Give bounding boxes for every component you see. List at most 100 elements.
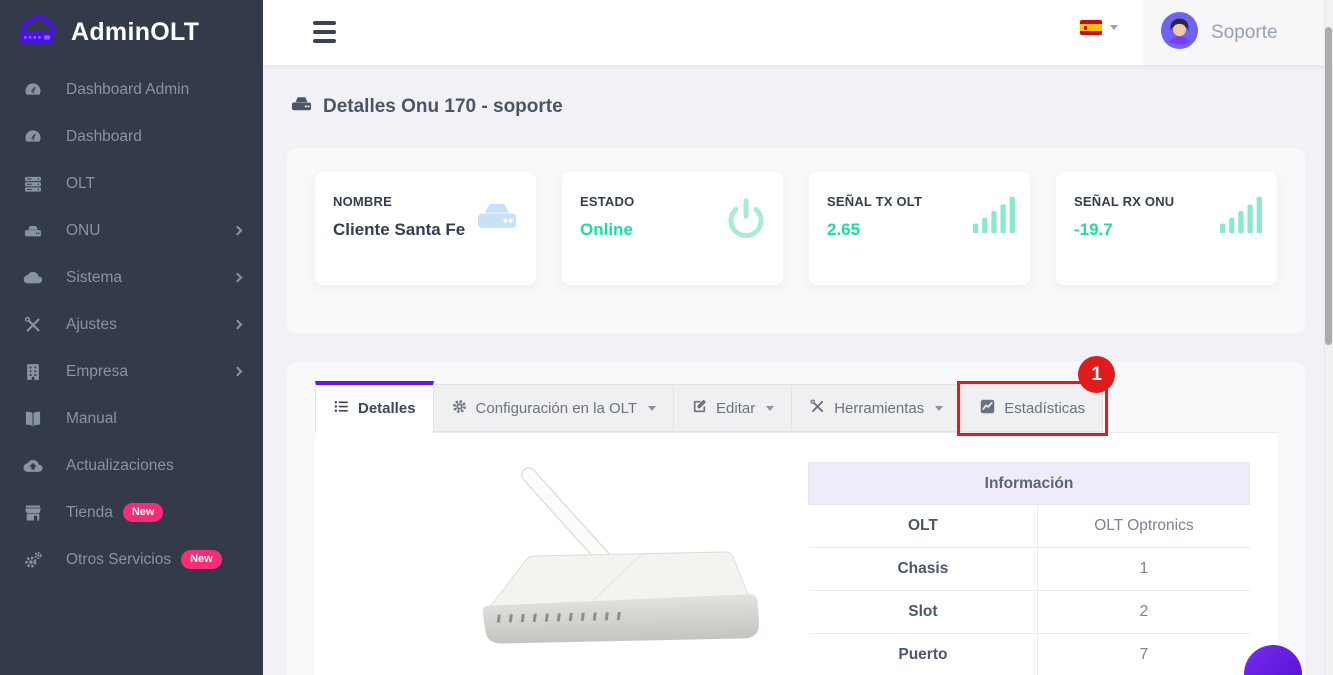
sidebar-item-onu[interactable]: ONU	[0, 207, 263, 254]
stat-card-senal-rx: SEÑAL RX ONU -19.7	[1056, 172, 1277, 285]
top-header: Soporte	[263, 0, 1333, 65]
sidebar-item-dashboard-admin[interactable]: Dashboard Admin	[0, 66, 263, 113]
user-menu[interactable]: Soporte	[1143, 0, 1333, 65]
sidebar-item-label: Sistema	[66, 269, 122, 287]
tab-label: Editar	[716, 400, 755, 417]
new-badge: New	[181, 550, 222, 569]
tools-icon	[809, 398, 826, 419]
sidebar-item-manual[interactable]: Manual	[0, 395, 263, 442]
chevron-right-icon	[233, 226, 243, 236]
annotation-step-badge: 1	[1078, 356, 1115, 393]
page-title-text: Detalles Onu 170 - soporte	[323, 96, 563, 118]
scrollbar-thumb[interactable]	[1325, 27, 1332, 345]
adminolt-app: AdminOLT Dashboard Admin Dashboard OLT	[0, 0, 1333, 675]
router-icon	[290, 92, 313, 121]
spain-flag-icon	[1080, 20, 1102, 35]
tab-editar[interactable]: Editar	[674, 384, 792, 432]
router-icon	[22, 220, 44, 242]
onu-device-image	[430, 441, 760, 675]
tab-detalles[interactable]: Detalles	[315, 381, 434, 433]
sidebar-item-otros-servicios[interactable]: Otros Servicios New	[0, 536, 263, 583]
info-key: Chasis	[809, 548, 1038, 591]
chevron-right-icon	[233, 273, 243, 283]
sidebar-item-label: Otros Servicios	[66, 551, 171, 569]
sidebar-item-empresa[interactable]: Empresa	[0, 348, 263, 395]
server-icon	[22, 173, 44, 195]
info-key: Puerto	[809, 634, 1038, 675]
sidebar-item-tienda[interactable]: Tienda New	[0, 489, 263, 536]
caret-down-icon	[1110, 25, 1118, 30]
sidebar-item-olt[interactable]: OLT	[0, 160, 263, 207]
tab-estadisticas[interactable]: Estadísticas	[961, 384, 1103, 432]
edit-icon	[691, 398, 708, 419]
tab-bar: Detalles Configuración en la OLT Editar	[315, 384, 1103, 432]
gear-icon	[451, 398, 468, 419]
tools-icon	[22, 314, 44, 336]
cloud-router-icon	[14, 11, 64, 54]
list-icon	[333, 398, 350, 419]
main-content: Detalles Onu 170 - soporte NOMBRE Client…	[263, 65, 1333, 675]
table-row: Chasis 1	[809, 548, 1250, 591]
sidebar-item-label: OLT	[66, 175, 95, 193]
caret-down-icon	[935, 406, 943, 411]
cloud-upload-icon	[22, 455, 44, 477]
sidebar-item-label: Tienda	[66, 504, 113, 522]
sidebar-item-actualizaciones[interactable]: Actualizaciones	[0, 442, 263, 489]
chevron-right-icon	[233, 367, 243, 377]
table-row: Puerto 7	[809, 634, 1250, 675]
store-icon	[22, 502, 44, 524]
stat-card-senal-tx: SEÑAL TX OLT 2.65	[809, 172, 1030, 285]
avatar	[1161, 12, 1198, 54]
info-value: 2	[1038, 591, 1250, 634]
tab-herramientas[interactable]: Herramientas	[792, 384, 961, 432]
sidebar-item-ajustes[interactable]: Ajustes	[0, 301, 263, 348]
caret-down-icon	[766, 406, 774, 411]
tab-estadisticas-wrap: Estadísticas 1	[961, 384, 1103, 432]
table-row: OLT OLT Optronics	[809, 505, 1250, 548]
gears-icon	[22, 549, 44, 571]
info-table: Información OLT OLT Optronics Chasis 1 S…	[808, 462, 1250, 675]
sidebar-item-dashboard[interactable]: Dashboard	[0, 113, 263, 160]
tab-content: Información OLT OLT Optronics Chasis 1 S…	[315, 432, 1277, 675]
stat-card-estado: ESTADO Online	[562, 172, 783, 285]
info-key: Slot	[809, 591, 1038, 634]
brand-logo[interactable]: AdminOLT	[0, 0, 263, 65]
cloud-icon	[22, 267, 44, 289]
info-value: OLT Optronics	[1038, 505, 1250, 548]
language-dropdown[interactable]	[1080, 20, 1118, 35]
caret-down-icon	[648, 406, 656, 411]
details-panel: Detalles Configuración en la OLT Editar	[287, 362, 1305, 675]
gauge-icon	[22, 126, 44, 148]
sidebar-item-label: Actualizaciones	[66, 457, 174, 475]
sidebar: AdminOLT Dashboard Admin Dashboard OLT	[0, 0, 263, 675]
gauge-icon	[22, 79, 44, 101]
sidebar-item-sistema[interactable]: Sistema	[0, 254, 263, 301]
page-title: Detalles Onu 170 - soporte	[290, 92, 563, 121]
info-value: 1	[1038, 548, 1250, 591]
stat-card-nombre: NOMBRE Cliente Santa Fe	[315, 172, 536, 285]
info-table-title: Información	[809, 463, 1250, 505]
power-icon	[724, 196, 768, 245]
router-icon	[473, 196, 521, 239]
new-badge: New	[123, 503, 164, 522]
tab-configuracion-olt[interactable]: Configuración en la OLT	[434, 384, 674, 432]
book-icon	[22, 408, 44, 430]
signal-bars-icon	[1220, 196, 1262, 239]
sidebar-item-label: Dashboard Admin	[66, 81, 189, 99]
sidebar-item-label: Ajustes	[66, 316, 117, 334]
tab-label: Herramientas	[834, 400, 924, 417]
info-key: OLT	[809, 505, 1038, 548]
sidebar-item-label: Dashboard	[66, 128, 142, 146]
tab-label: Configuración en la OLT	[476, 400, 637, 417]
table-row: Slot 2	[809, 591, 1250, 634]
sidebar-nav: Dashboard Admin Dashboard OLT ONU	[0, 65, 263, 583]
hamburger-icon[interactable]	[313, 21, 337, 43]
stats-panel: NOMBRE Cliente Santa Fe ESTADO Online	[287, 148, 1305, 333]
user-name: Soporte	[1211, 22, 1278, 44]
signal-bars-icon	[973, 196, 1015, 239]
sidebar-item-label: Manual	[66, 410, 117, 428]
page-scrollbar	[1324, 0, 1333, 675]
info-value: 7	[1038, 634, 1250, 675]
sidebar-item-label: Empresa	[66, 363, 128, 381]
tab-label: Estadísticas	[1004, 400, 1085, 417]
